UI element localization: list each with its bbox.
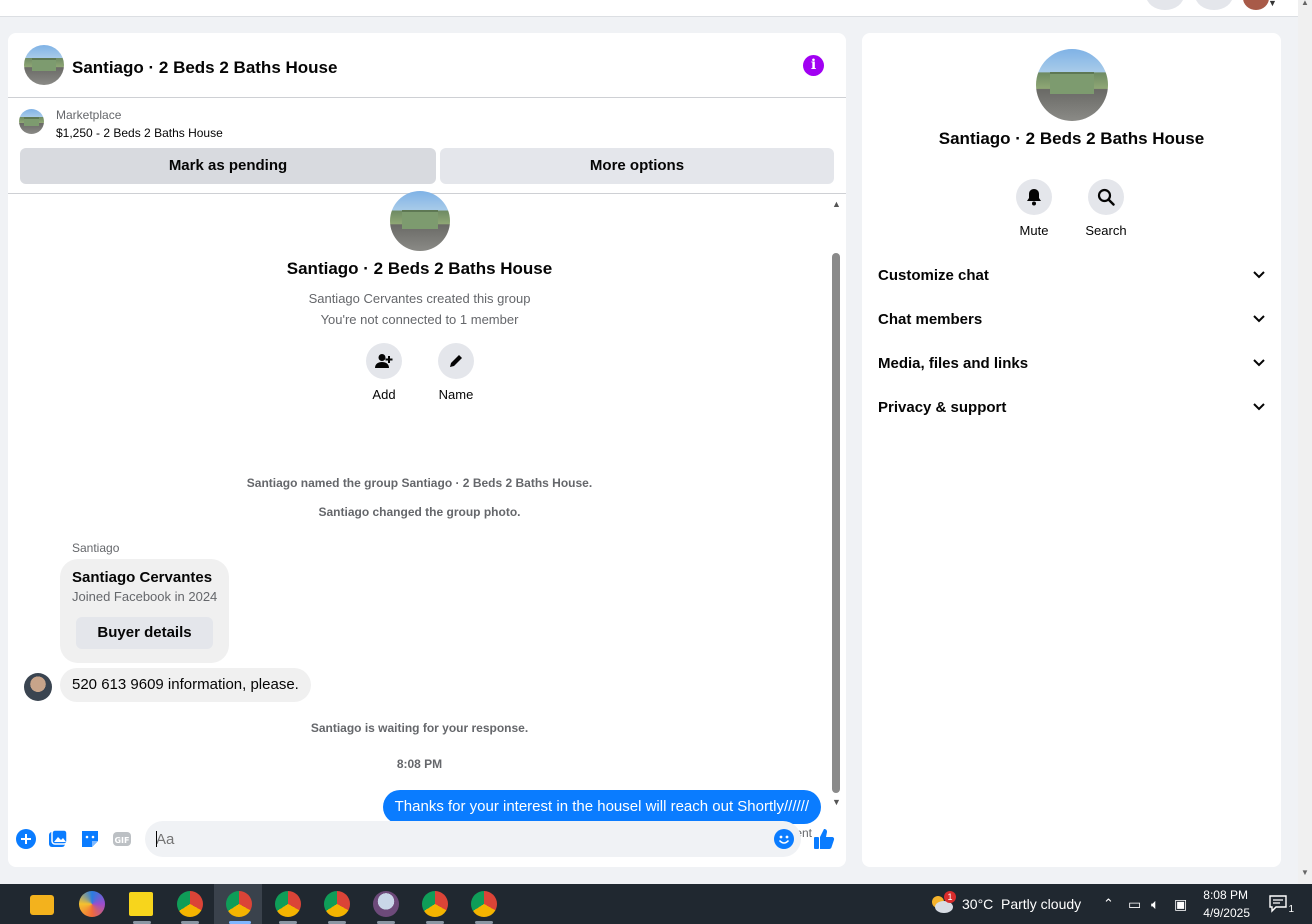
message-timestamp: 8:08 PM: [396, 757, 443, 771]
page-scrollbar[interactable]: ▲ ▼: [1298, 0, 1312, 884]
bell-icon[interactable]: [1016, 179, 1052, 215]
plus-icon[interactable]: [15, 828, 37, 850]
scroll-up-arrow-icon[interactable]: ▲: [1301, 0, 1309, 7]
buyer-profile-card: Santiago Cervantes Joined Facebook in 20…: [60, 559, 229, 663]
name-label: Name: [438, 387, 474, 402]
info-title: Santiago · 2 Beds 2 Baths House: [938, 129, 1205, 148]
section-label: Media, files and links: [878, 354, 1029, 372]
weather-description: Partly cloudy: [1001, 896, 1082, 912]
rename-action[interactable]: Name: [426, 343, 486, 402]
scroll-up-arrow-icon[interactable]: ▲: [832, 199, 841, 209]
weather-temp: 30°C: [962, 896, 994, 912]
chrome-icon[interactable]: [422, 891, 448, 917]
message-composer: GIF: [8, 815, 846, 867]
section-label: Chat members: [878, 310, 983, 328]
info-icon[interactable]: i: [803, 55, 824, 76]
section-label: Privacy & support: [878, 398, 1007, 416]
chevron-down-icon[interactable]: [1253, 403, 1265, 411]
marketplace-label: Marketplace: [56, 108, 122, 122]
chrome-icon[interactable]: [324, 891, 350, 917]
chat-info-panel: Santiago · 2 Beds 2 Baths House Mute Sea…: [862, 33, 1281, 867]
chat-panel: Santiago · 2 Beds 2 Baths House i Market…: [8, 33, 846, 867]
chrome-icon[interactable]: [471, 891, 497, 917]
group-photo[interactable]: [390, 191, 450, 251]
search-label: Search: [1085, 223, 1127, 238]
camera-icon[interactable]: ▭: [1128, 896, 1141, 913]
clock-date[interactable]: 4/9/2025: [1190, 906, 1250, 920]
sender-avatar[interactable]: [24, 673, 52, 701]
connection-text: You're not connected to 1 member: [320, 312, 519, 327]
mute-action[interactable]: Mute: [1004, 179, 1064, 238]
incoming-message[interactable]: 520 613 9609 information, please.: [60, 668, 311, 702]
sticker-icon[interactable]: [79, 828, 101, 850]
menu-button[interactable]: [1146, 0, 1184, 10]
sender-name: Santiago: [72, 541, 120, 555]
scrollbar-thumb[interactable]: [832, 253, 840, 793]
message-input[interactable]: [145, 821, 801, 857]
pencil-icon[interactable]: [438, 343, 474, 379]
add-label: Add: [372, 387, 396, 402]
system-message-renamed: Santiago named the group Santiago · 2 Be…: [246, 476, 593, 490]
scroll-down-arrow-icon[interactable]: ▼: [1301, 868, 1309, 877]
account-avatar[interactable]: [1243, 0, 1269, 10]
chat-header: Santiago · 2 Beds 2 Baths House i: [8, 33, 846, 98]
section-label: Customize chat: [878, 266, 989, 284]
group-avatar[interactable]: [24, 45, 64, 85]
waiting-status: Santiago is waiting for your response.: [310, 721, 529, 735]
scroll-down-arrow-icon[interactable]: ▼: [832, 797, 841, 807]
section-privacy-support[interactable]: Privacy & support: [878, 385, 1265, 429]
chrome-icon[interactable]: [177, 891, 203, 917]
app-icon[interactable]: [373, 891, 399, 917]
section-customize-chat[interactable]: Customize chat: [878, 253, 1265, 297]
section-chat-members[interactable]: Chat members: [878, 297, 1265, 341]
chevron-down-icon[interactable]: [1253, 359, 1265, 367]
chrome-icon[interactable]: [275, 891, 301, 917]
search-action[interactable]: Search: [1076, 179, 1136, 238]
chrome-icon[interactable]: [226, 891, 252, 917]
add-member-action[interactable]: Add: [354, 343, 414, 402]
mark-as-pending-button[interactable]: Mark as pending: [20, 148, 436, 184]
mute-label: Mute: [1019, 223, 1049, 238]
emoji-icon[interactable]: [773, 828, 795, 850]
system-message-photo: Santiago changed the group photo.: [318, 505, 521, 519]
created-text: Santiago Cervantes created this group: [308, 291, 531, 306]
listing-title[interactable]: $1,250 - 2 Beds 2 Baths House: [56, 126, 223, 140]
copilot-icon[interactable]: [79, 891, 105, 917]
photo-icon[interactable]: [47, 828, 69, 850]
chevron-down-icon[interactable]: ▼: [1268, 0, 1277, 8]
info-group-avatar[interactable]: [1036, 49, 1108, 121]
buyer-joined: Joined Facebook in 2024: [72, 589, 218, 604]
notification-count: 1: [1288, 904, 1294, 915]
add-person-icon[interactable]: [366, 343, 402, 379]
group-title: Santiago · 2 Beds 2 Baths House: [286, 259, 553, 278]
message-list: Santiago · 2 Beds 2 Baths House Santiago…: [8, 191, 846, 840]
file-explorer-icon[interactable]: [30, 895, 54, 915]
listing-thumbnail[interactable]: [19, 109, 44, 134]
more-options-button[interactable]: More options: [440, 148, 834, 184]
chevron-up-icon[interactable]: ⌃: [1103, 896, 1114, 912]
chevron-down-icon[interactable]: [1253, 315, 1265, 323]
text-caret: [156, 831, 157, 847]
sticky-notes-icon[interactable]: [129, 892, 153, 916]
windows-taskbar: 1 30°C Partly cloudy ⌃ ▭ 🔈︎ ▣ 8:08 PM 4/…: [0, 884, 1312, 924]
search-icon[interactable]: [1088, 179, 1124, 215]
top-navigation-bar: ▼: [0, 0, 1298, 17]
thumbs-up-icon[interactable]: [813, 828, 835, 850]
section-media-files-links[interactable]: Media, files and links: [878, 341, 1265, 385]
message-scrollbar[interactable]: ▲ ▼: [831, 197, 841, 807]
buyer-details-button[interactable]: Buyer details: [76, 617, 213, 649]
volume-icon[interactable]: 🔈︎: [1151, 896, 1159, 913]
clock-time[interactable]: 8:08 PM: [1196, 888, 1248, 902]
gif-icon[interactable]: GIF: [111, 828, 133, 850]
chevron-down-icon[interactable]: [1253, 271, 1265, 279]
svg-text:GIF: GIF: [114, 836, 129, 845]
marketplace-bar: Marketplace $1,250 - 2 Beds 2 Baths Hous…: [8, 98, 846, 194]
buyer-name: Santiago Cervantes: [72, 569, 213, 586]
weather-badge: 1: [944, 891, 956, 903]
chat-title[interactable]: Santiago · 2 Beds 2 Baths House: [72, 58, 337, 78]
notifications-button[interactable]: [1195, 0, 1233, 10]
network-icon[interactable]: ▣: [1174, 896, 1187, 913]
